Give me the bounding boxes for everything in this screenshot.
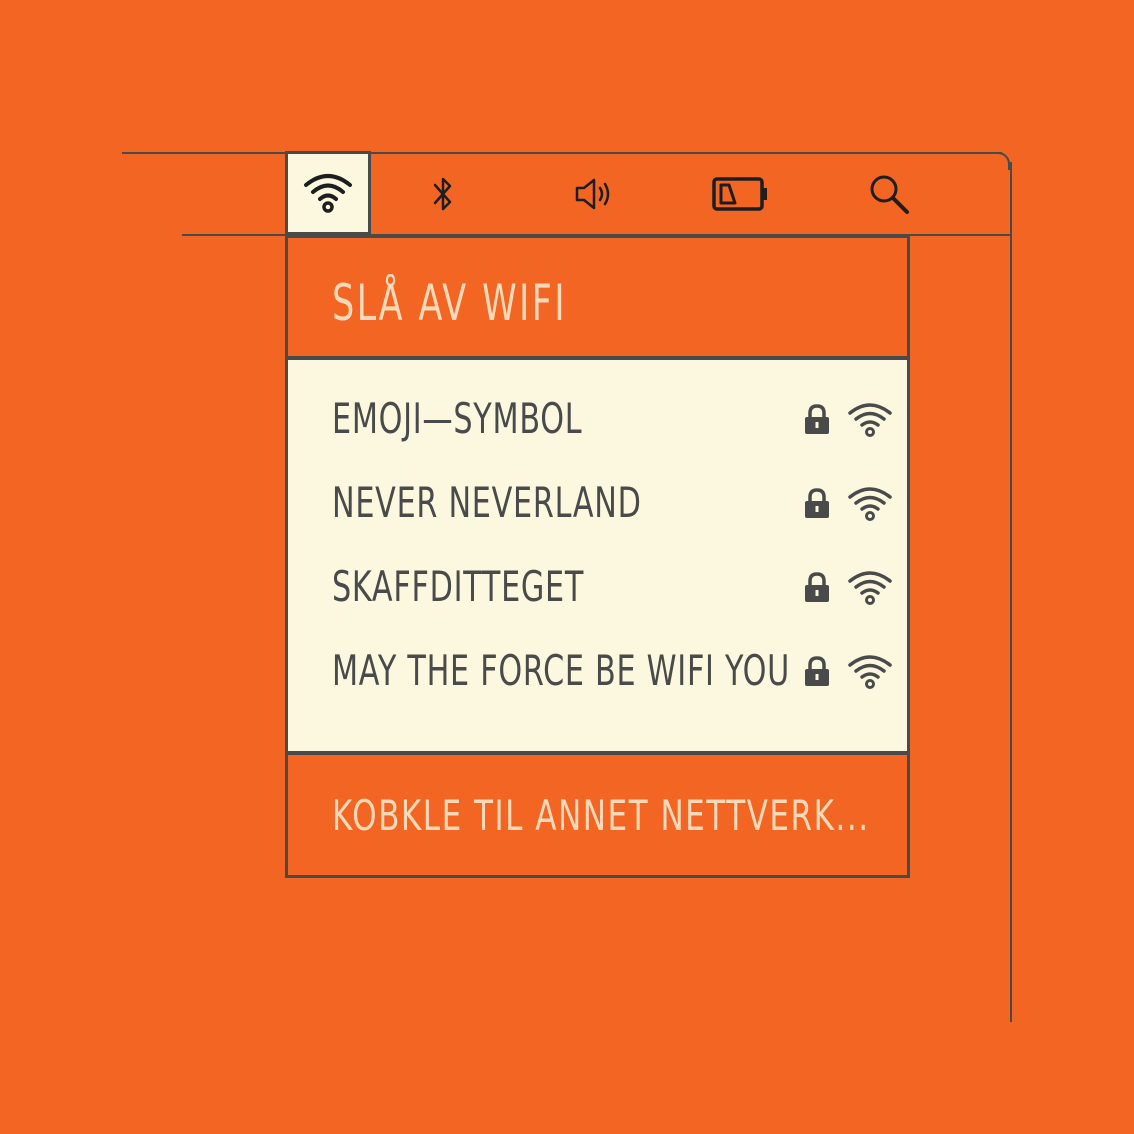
wifi-toggle-label: SLÅ AV WIFI: [332, 274, 567, 332]
network-name: NEVER NEVERLAND: [332, 478, 642, 527]
lock-icon: [805, 404, 829, 434]
network-name: EMOJI—SYMBOL: [332, 394, 583, 443]
wifi-dropdown-menu: SLÅ AV WIFI EMOJI—SYMBOL NEVER NEVERLAND: [285, 235, 910, 878]
window-frame-corner: [992, 152, 1010, 170]
battery-icon: [712, 177, 767, 211]
network-name: SKAFFDITTEGET: [332, 562, 585, 611]
search-icon: [870, 175, 909, 214]
menubar-volume-button[interactable]: [570, 154, 616, 234]
other-network-menu-item[interactable]: KOBKLE TIL ANNET NETTVERK...: [288, 755, 907, 875]
menubar-battery-button[interactable]: [710, 154, 772, 234]
lock-icon: [805, 572, 829, 602]
wifi-toggle-menu-item[interactable]: SLÅ AV WIFI: [288, 238, 907, 360]
wifi-signal-icon: [848, 655, 892, 689]
wifi-signal-icon: [848, 571, 892, 605]
menubar-search-button[interactable]: [864, 154, 914, 234]
wifi-signal-icon: [848, 487, 892, 521]
network-list-item[interactable]: SKAFFDITTEGET: [288, 544, 907, 628]
network-list-item[interactable]: MAY THE FORCE BE WIFI YOU: [288, 628, 907, 712]
other-network-label: KOBKLE TIL ANNET NETTVERK...: [332, 791, 870, 840]
network-list-item[interactable]: NEVER NEVERLAND: [288, 460, 907, 544]
wifi-icon: [304, 174, 352, 213]
menubar-wifi-button[interactable]: [285, 151, 371, 235]
speaker-icon: [575, 178, 610, 210]
menubar-bluetooth-button[interactable]: [420, 154, 466, 234]
bluetooth-icon: [433, 177, 452, 211]
network-list-item[interactable]: EMOJI—SYMBOL: [288, 376, 907, 460]
lock-icon: [805, 656, 829, 686]
lock-icon: [805, 488, 829, 518]
network-name: MAY THE FORCE BE WIFI YOU: [332, 646, 790, 695]
network-list: EMOJI—SYMBOL NEVER NEVERLAND SKAFFDITTEG…: [288, 360, 907, 755]
wifi-signal-icon: [848, 403, 892, 437]
window-frame-right: [1010, 162, 1012, 1022]
